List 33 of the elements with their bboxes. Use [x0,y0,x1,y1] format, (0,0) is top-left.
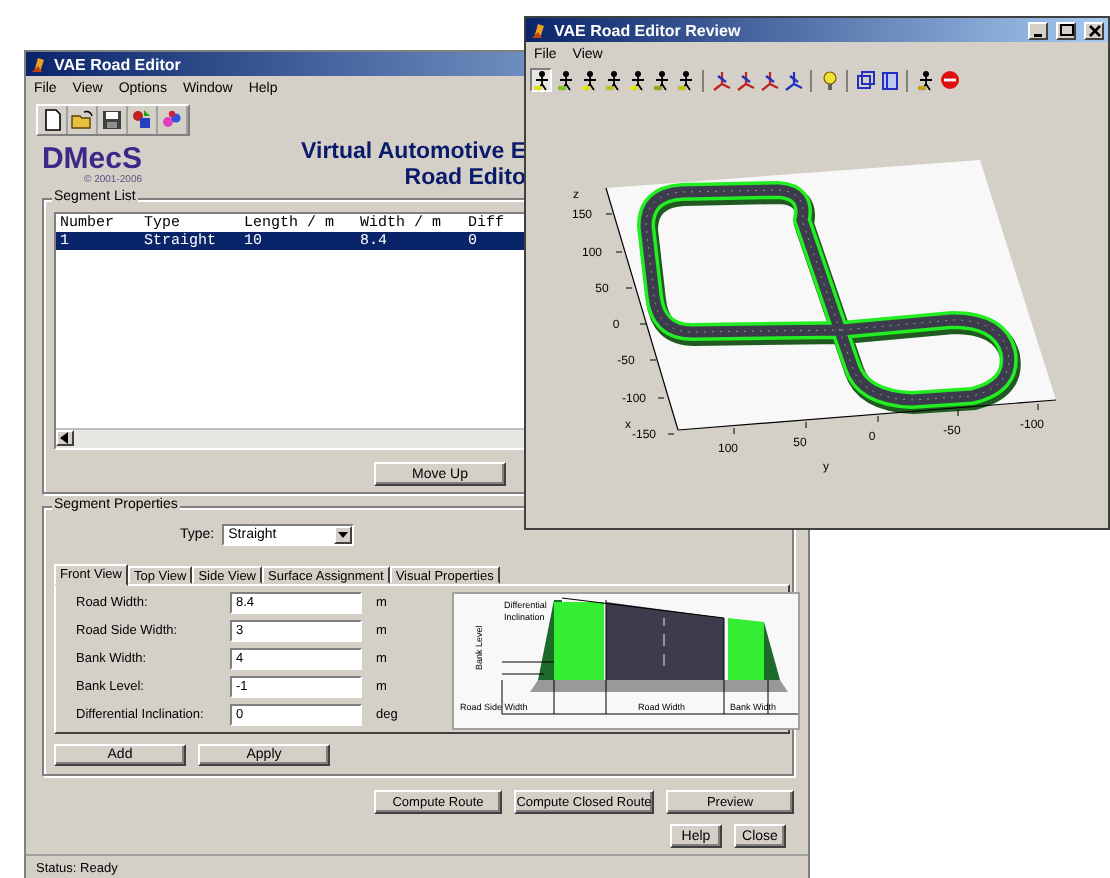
app-heading: Road Edito [404,165,526,191]
close-icon[interactable] [1085,22,1103,38]
figure-icon[interactable] [915,69,935,91]
save-icon[interactable] [100,108,124,132]
figure-icon[interactable] [675,69,695,91]
new-file-icon[interactable] [40,108,64,132]
horizontal-scrollbar[interactable] [56,428,524,448]
app-icon [530,21,548,39]
window-title: VAE Road Editor Review [554,21,743,39]
maximize-icon[interactable] [1057,22,1075,38]
dropdown-arrow-icon[interactable] [338,532,349,538]
logo-text: DMecS [41,144,142,174]
app-heading: Virtual Automotive E [301,139,526,165]
axes-icon[interactable] [711,69,731,91]
figure-icon[interactable] [555,69,575,91]
figure-icon[interactable] [531,69,551,91]
figure-icon[interactable] [603,69,623,91]
open-folder-icon[interactable] [70,108,94,132]
stop-icon[interactable] [939,69,959,91]
axes-icon[interactable] [735,69,755,91]
scroll-left-icon[interactable] [60,432,70,444]
figure-icon[interactable] [627,69,647,91]
app-icon [30,55,48,73]
figure-icon[interactable] [579,69,599,91]
color-dots-icon[interactable] [160,108,184,132]
window-title: VAE Road Editor [54,55,181,73]
square-icon[interactable] [879,69,899,91]
bulb-icon[interactable] [819,69,839,91]
axes-icon[interactable] [759,69,779,91]
axes-icon[interactable] [783,69,803,91]
cube-icon[interactable] [855,69,875,91]
shapes-icon[interactable] [130,108,154,132]
figure-icon[interactable] [651,69,671,91]
